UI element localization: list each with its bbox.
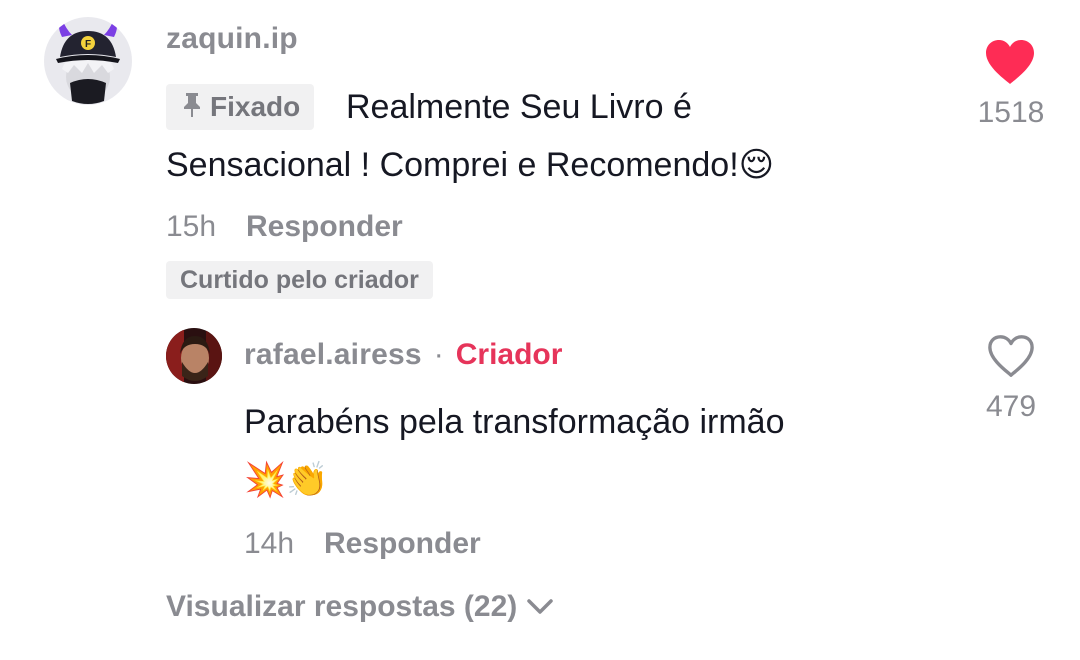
comment-reply-button[interactable]: Responder	[246, 210, 403, 244]
heart-filled-icon	[986, 40, 1034, 84]
comment-like-count: 1518	[977, 96, 1045, 129]
comment-text-line-2: Sensacional ! Comprei e Recomendo!😌	[166, 136, 926, 194]
avatar-rafael[interactable]	[166, 328, 222, 384]
reply-like-button[interactable]	[987, 333, 1035, 379]
reply-like-count: 479	[985, 390, 1037, 423]
reply-header: rafael.airess · Criador	[244, 338, 562, 372]
comment-username[interactable]: zaquin.ip	[166, 22, 298, 56]
avatar-zaquin[interactable]: F	[44, 17, 132, 105]
reply-time: 14h	[244, 527, 295, 560]
chevron-down-icon	[527, 599, 554, 615]
liked-by-creator-badge: Curtido pelo criador	[166, 261, 433, 299]
reply-username[interactable]: rafael.airess	[244, 338, 422, 372]
reply-emojis: 💥👏	[244, 461, 329, 499]
reply-reply-button[interactable]: Responder	[324, 527, 481, 561]
view-replies-button[interactable]: Visualizar respostas (22)	[166, 590, 554, 624]
comment-time: 15h	[166, 210, 217, 243]
reply-text: Parabéns pela transformação irmão 💥👏	[244, 393, 924, 509]
heart-outline-icon	[988, 335, 1034, 377]
creator-badge: Criador	[455, 338, 563, 371]
comment-text-line-2-text: Sensacional ! Comprei e Recomendo!	[166, 146, 739, 184]
relieved-face-emoji: 😌	[738, 146, 775, 184]
view-replies-label: Visualizar respostas (22)	[166, 590, 518, 623]
separator-dot: ·	[433, 338, 444, 371]
svg-text:F: F	[85, 39, 91, 50]
comment-text: Realmente Seu Livro é Sensacional ! Comp…	[166, 78, 926, 194]
reply-text-line: Parabéns pela transformação irmão	[244, 403, 785, 441]
comment-like-button[interactable]	[985, 38, 1035, 86]
comment-text-line-1: Realmente Seu Livro é	[346, 88, 692, 126]
